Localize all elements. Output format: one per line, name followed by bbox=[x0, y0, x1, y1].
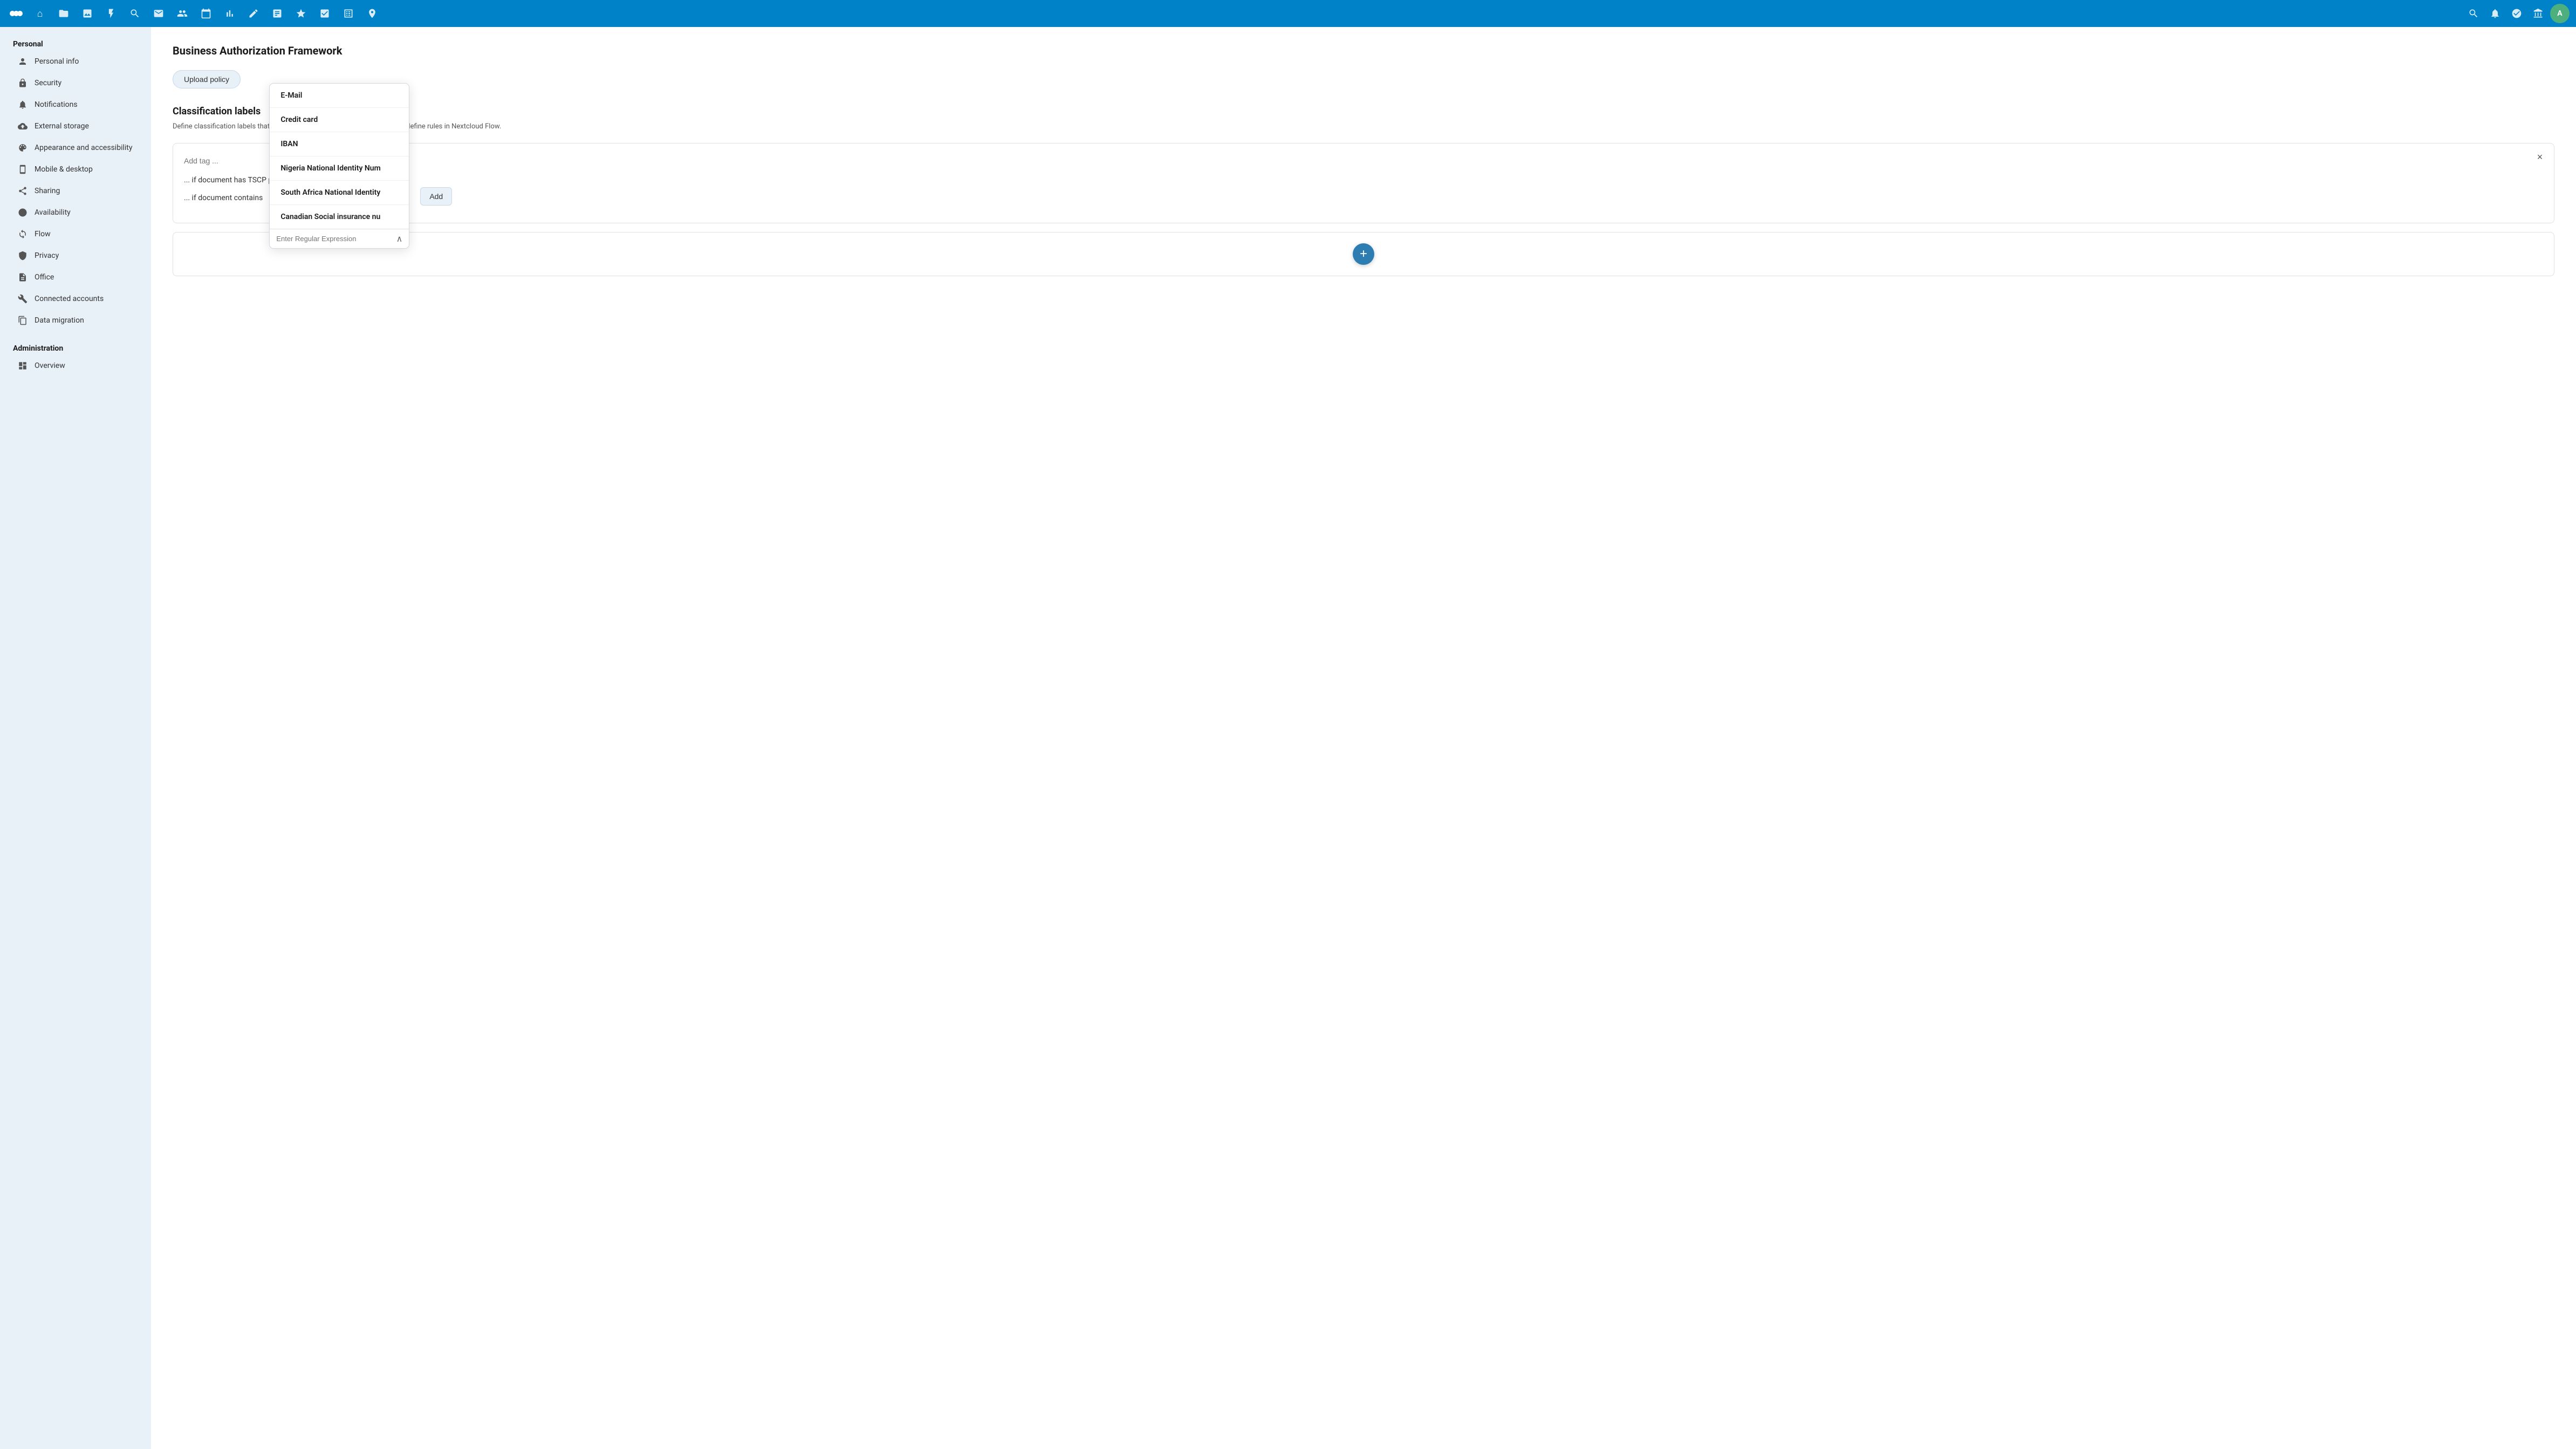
dropdown-input-row: ∧ bbox=[270, 229, 409, 248]
add-button[interactable]: Add bbox=[420, 187, 452, 206]
sharing-icon bbox=[17, 186, 28, 196]
table-icon[interactable] bbox=[339, 4, 358, 23]
calendar-icon[interactable] bbox=[196, 4, 216, 23]
sidebar-item-office[interactable]: Office bbox=[4, 266, 147, 288]
search-right-icon[interactable] bbox=[2464, 4, 2483, 23]
appearance-icon bbox=[17, 142, 28, 153]
admin-section-title: Administration bbox=[0, 340, 151, 355]
maps-icon[interactable] bbox=[362, 4, 382, 23]
condition-row-2: ... if document contains E-Mail Credit c… bbox=[184, 191, 2543, 206]
navbar: ⌂ bbox=[0, 0, 2576, 27]
data-migration-icon bbox=[17, 315, 28, 326]
sidebar-item-label: Data migration bbox=[35, 316, 84, 325]
tasks-icon[interactable] bbox=[315, 4, 334, 23]
security-icon bbox=[17, 78, 28, 88]
regex-input[interactable] bbox=[276, 235, 392, 243]
dropdown-item-credit-card[interactable]: Credit card bbox=[270, 108, 409, 132]
privacy-icon bbox=[17, 250, 28, 261]
sidebar-item-availability[interactable]: Availability bbox=[4, 202, 147, 223]
sidebar-item-label: Privacy bbox=[35, 251, 59, 260]
main-content: Business Authorization Framework Upload … bbox=[151, 27, 2576, 1449]
notes-icon[interactable] bbox=[244, 4, 263, 23]
plus-icon: + bbox=[1360, 247, 1367, 262]
apps-grid-icon[interactable] bbox=[2529, 4, 2548, 23]
dropdown-item-south-africa[interactable]: South Africa National Identity bbox=[270, 181, 409, 205]
sidebar-item-external-storage[interactable]: External storage bbox=[4, 115, 147, 137]
sidebar-item-label: Office bbox=[35, 273, 54, 282]
notifications-icon bbox=[17, 99, 28, 110]
dropdown-item-canadian[interactable]: Canadian Social insurance nu bbox=[270, 205, 409, 229]
upload-policy-button[interactable]: Upload policy bbox=[173, 70, 241, 88]
sidebar-item-data-migration[interactable]: Data migration bbox=[4, 310, 147, 331]
photos-icon[interactable] bbox=[78, 4, 97, 23]
dropdown-item-iban[interactable]: IBAN bbox=[270, 132, 409, 156]
nextcloud-logo[interactable] bbox=[6, 4, 26, 23]
add-circle-button[interactable]: + bbox=[1353, 243, 1374, 265]
mobile-icon bbox=[17, 164, 28, 175]
notifications-bell-icon[interactable] bbox=[2485, 4, 2505, 23]
sidebar-item-label: Availability bbox=[35, 208, 71, 217]
sidebar-item-connected-accounts[interactable]: Connected accounts bbox=[4, 288, 147, 310]
overview-icon bbox=[17, 360, 28, 371]
sidebar-item-flow[interactable]: Flow bbox=[4, 223, 147, 245]
starred-icon[interactable] bbox=[291, 4, 311, 23]
sidebar-item-personal-info[interactable]: Personal info bbox=[4, 51, 147, 72]
personal-section-title: Personal bbox=[0, 36, 151, 51]
sidebar-item-notifications[interactable]: Notifications bbox=[4, 94, 147, 115]
sidebar-item-privacy[interactable]: Privacy bbox=[4, 245, 147, 266]
sidebar-item-sharing[interactable]: Sharing bbox=[4, 180, 147, 202]
page-title: Business Authorization Framework bbox=[173, 44, 2554, 57]
sidebar-item-label: Mobile & desktop bbox=[35, 165, 93, 174]
dropdown-item-email[interactable]: E-Mail bbox=[270, 84, 409, 108]
condition-text-2: ... if document contains bbox=[184, 194, 263, 202]
sidebar-item-label: Connected accounts bbox=[35, 295, 104, 303]
sidebar-item-overview[interactable]: Overview bbox=[4, 355, 147, 377]
sidebar-item-security[interactable]: Security bbox=[4, 72, 147, 94]
sidebar-item-label: Security bbox=[35, 79, 61, 87]
sidebar-item-label: External storage bbox=[35, 122, 89, 131]
close-button[interactable]: × bbox=[2532, 150, 2547, 165]
classification-section-title: Classification labels bbox=[173, 106, 2554, 117]
sidebar-item-label: Flow bbox=[35, 230, 51, 238]
availability-icon bbox=[17, 207, 28, 218]
classification-card: × ... if document has TSCP policy catego… bbox=[173, 143, 2554, 223]
dropdown-menu: E-Mail Credit card IBAN Nigeria National… bbox=[269, 83, 409, 249]
user-status-icon[interactable] bbox=[2507, 4, 2526, 23]
activity-icon[interactable] bbox=[101, 4, 121, 23]
mail-icon[interactable] bbox=[149, 4, 168, 23]
sidebar-item-mobile[interactable]: Mobile & desktop bbox=[4, 159, 147, 180]
condition-row-1: ... if document has TSCP policy category… bbox=[184, 176, 2543, 184]
user-avatar[interactable]: A bbox=[2550, 4, 2570, 23]
external-storage-icon bbox=[17, 121, 28, 132]
sidebar-item-label: Appearance and accessibility bbox=[35, 143, 132, 152]
sidebar-item-label: Sharing bbox=[35, 187, 60, 195]
chevron-up-icon[interactable]: ∧ bbox=[396, 234, 403, 244]
home-icon[interactable]: ⌂ bbox=[30, 4, 50, 23]
flow-icon bbox=[17, 229, 28, 240]
sidebar-item-label: Overview bbox=[35, 361, 65, 370]
sidebar-item-label: Personal info bbox=[35, 57, 79, 66]
dropdown-item-nigeria[interactable]: Nigeria National Identity Num bbox=[270, 156, 409, 181]
sidebar-item-label: Notifications bbox=[35, 100, 78, 109]
classification-description: Define classification labels that apply … bbox=[173, 121, 2554, 132]
personal-info-icon bbox=[17, 56, 28, 67]
add-tag-input[interactable] bbox=[184, 154, 2543, 167]
sidebar: Personal Personal info Security Notifica… bbox=[0, 27, 151, 1449]
office-icon bbox=[17, 272, 28, 283]
add-new-card: + bbox=[173, 232, 2554, 276]
navbar-right: A bbox=[2464, 4, 2570, 23]
charts-icon[interactable] bbox=[220, 4, 239, 23]
sidebar-item-appearance[interactable]: Appearance and accessibility bbox=[4, 137, 147, 159]
dropdown-items-list: E-Mail Credit card IBAN Nigeria National… bbox=[270, 84, 409, 229]
deck-icon[interactable] bbox=[268, 4, 287, 23]
contacts-icon[interactable] bbox=[173, 4, 192, 23]
connected-accounts-icon bbox=[17, 293, 28, 304]
dropdown-container: E-Mail Credit card IBAN Nigeria National… bbox=[269, 191, 452, 206]
files-icon[interactable] bbox=[54, 4, 73, 23]
search-icon[interactable] bbox=[125, 4, 145, 23]
